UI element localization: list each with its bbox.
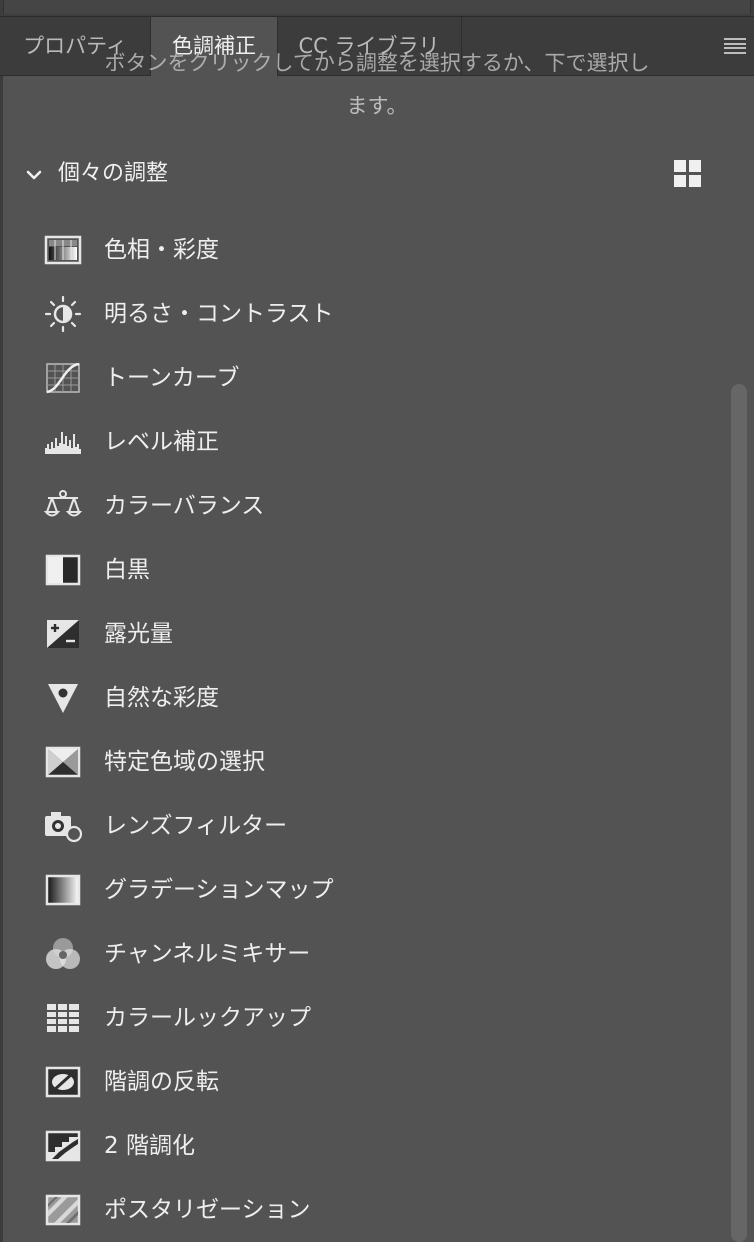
adjustment-label: カラールックアップ xyxy=(104,1005,311,1031)
selective-color-icon xyxy=(45,746,81,778)
adjustment-item-vibrance[interactable]: 自然な彩度 xyxy=(0,666,720,730)
adjustment-label: 白黒 xyxy=(104,557,150,583)
adjustment-label: トーンカーブ xyxy=(104,365,240,391)
exposure-icon xyxy=(47,620,79,648)
levels-icon xyxy=(45,432,81,454)
adjustment-label: 露光量 xyxy=(104,621,173,647)
adjustment-item-levels[interactable]: レベル補正 xyxy=(0,410,720,474)
channel-mixer-icon xyxy=(46,938,80,969)
top-strip xyxy=(0,0,754,17)
adjustment-item-gradient-map[interactable]: グラデーションマップ xyxy=(0,858,720,922)
adjustment-item-black-white[interactable]: 白黒 xyxy=(0,538,720,602)
threshold-icon xyxy=(45,1130,81,1162)
color-balance-icon xyxy=(44,490,82,517)
adjustment-label: カラーバランス xyxy=(104,493,265,519)
adjustment-label: チャンネルミキサー xyxy=(104,941,311,967)
hue-saturation-icon xyxy=(44,235,82,265)
scrollbar-thumb[interactable] xyxy=(731,384,747,1242)
gradient-map-icon xyxy=(45,874,81,906)
adjustment-label: レベル補正 xyxy=(104,429,219,455)
vibrance-icon xyxy=(48,684,78,713)
adjustment-item-channel-mixer[interactable]: チャンネルミキサー xyxy=(0,922,720,986)
adjustment-item-exposure[interactable]: 露光量 xyxy=(0,602,720,666)
description-line-partial: ボタンをクリックしてから調整を選択するか、下で選択し xyxy=(104,51,650,75)
adjustment-item-brightness-contrast[interactable]: 明るさ・コントラスト xyxy=(0,282,720,346)
curves-icon xyxy=(46,362,80,394)
adjustment-label: 階調の反転 xyxy=(104,1069,219,1095)
adjustment-label: レンズフィルター xyxy=(104,813,288,839)
description-line: ます。 xyxy=(346,94,408,118)
adjustment-item-hue-saturation[interactable]: 色相・彩度 xyxy=(0,218,720,282)
adjustment-label: 明るさ・コントラスト xyxy=(104,301,334,327)
adjustment-item-curves[interactable]: トーンカーブ xyxy=(0,346,720,410)
adjustment-label: 自然な彩度 xyxy=(104,685,219,711)
adjustment-item-photo-filter[interactable]: レンズフィルター xyxy=(0,794,720,858)
photo-filter-icon xyxy=(45,812,82,843)
adjustment-item-color-lookup[interactable]: カラールックアップ xyxy=(0,986,720,1050)
chevron-down-icon[interactable] xyxy=(24,165,44,185)
adjustment-label: 色相・彩度 xyxy=(104,237,219,263)
adjustment-item-selective-color[interactable]: 特定色域の選択 xyxy=(0,730,720,794)
grid-view-icon[interactable] xyxy=(674,160,702,188)
color-lookup-icon xyxy=(47,1004,79,1032)
adjustment-label: 特定色域の選択 xyxy=(104,749,265,775)
black-white-icon xyxy=(45,554,81,586)
adjustment-item-posterize[interactable]: ポスタリゼーション xyxy=(0,1178,720,1242)
section-header[interactable]: 個々の調整 xyxy=(24,156,714,192)
section-title: 個々の調整 xyxy=(58,161,169,186)
adjustment-label: ポスタリゼーション xyxy=(104,1197,311,1223)
adjustment-item-threshold[interactable]: 2 階調化 xyxy=(0,1114,720,1178)
adjustment-item-invert[interactable]: 階調の反転 xyxy=(0,1050,720,1114)
invert-icon xyxy=(45,1066,81,1098)
adjustment-label: グラデーションマップ xyxy=(104,877,334,903)
adjustment-label: 2 階調化 xyxy=(104,1133,195,1159)
adjustment-item-color-balance[interactable]: カラーバランス xyxy=(0,474,720,538)
posterize-icon xyxy=(45,1194,81,1226)
brightness-contrast-icon xyxy=(44,296,82,332)
